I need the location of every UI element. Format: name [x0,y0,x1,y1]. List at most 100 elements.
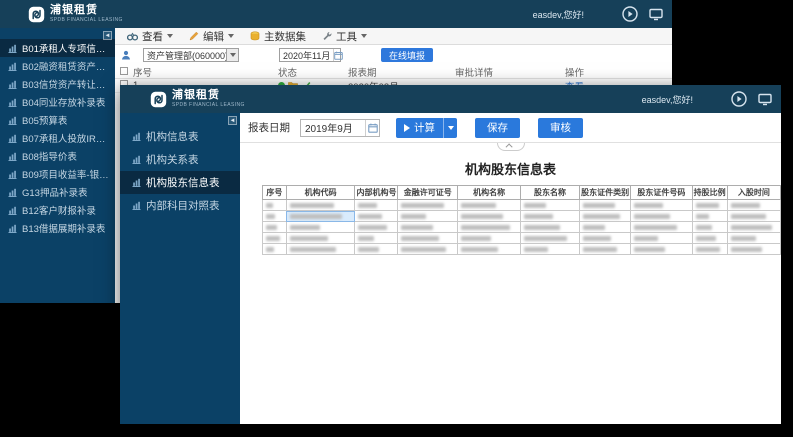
back-sidebar-item[interactable]: G13押品补录表 [0,183,115,201]
back-sidebar-item[interactable]: B13借据展期补录表 [0,219,115,237]
report-cell[interactable] [692,233,727,244]
report-cell[interactable] [355,233,398,244]
report-cell[interactable] [355,244,398,255]
front-sidebar-item[interactable]: 机构股东信息表 [120,171,240,194]
sidebar-item-label: B12客户财报补录 [22,203,96,217]
period-input[interactable]: 2020年11月 [279,48,341,62]
back-sidebar-item[interactable]: B12客户财报补录 [0,201,115,219]
front-sidebar-item[interactable]: 内部科目对照表 [120,194,240,217]
report-cell[interactable] [286,222,355,233]
back-sidebar-item[interactable]: B07承租人投放IRR维护表 [0,129,115,147]
menu-item[interactable]: 工具 [322,29,367,44]
report-cell[interactable] [458,211,521,222]
play-icon[interactable] [730,91,747,108]
audit-button[interactable]: 审核 [538,118,583,138]
report-cell[interactable] [727,200,780,211]
redacted-text [266,236,280,241]
report-cell[interactable] [580,211,631,222]
back-sidebar-item[interactable]: B03信贷资产转让补录表 [0,75,115,93]
report-cell[interactable] [727,244,780,255]
report-cell[interactable] [263,244,287,255]
back-sidebar-item[interactable]: B01承租人专项信息补录表 [0,39,115,57]
redacted-text [583,236,611,241]
back-sidebar-item[interactable]: B04同业存放补录表 [0,93,115,111]
panel-collapse-tab[interactable] [497,143,525,151]
front-sidebar-item[interactable]: 机构关系表 [120,148,240,171]
report-cell[interactable] [263,200,287,211]
report-cell[interactable] [263,211,287,222]
calendar-icon[interactable] [333,49,343,61]
report-cell[interactable] [631,233,693,244]
report-cell[interactable] [692,200,727,211]
chevron-down-icon[interactable] [226,49,238,61]
back-sidebar-item[interactable]: B05预算表 [0,111,115,129]
org-select[interactable]: 资产管理部(060000) [143,48,239,62]
sidebar-collapse-icon[interactable]: ◄ [228,116,237,125]
report-cell[interactable] [727,211,780,222]
menu-item-label: 工具 [336,29,357,44]
report-cell[interactable] [355,211,398,222]
report-date-input[interactable]: 2019年9月 [300,119,380,137]
report-cell[interactable] [355,222,398,233]
chevron-down-icon[interactable] [443,118,457,138]
report-cell[interactable] [580,200,631,211]
report-cell[interactable] [631,200,693,211]
report-cell[interactable] [458,222,521,233]
report-cell[interactable] [286,233,355,244]
report-cell[interactable] [286,200,355,211]
monitor-icon[interactable] [647,6,664,23]
sidebar-item-label: B03信贷资产转让补录表 [22,77,111,91]
front-sidebar-item[interactable]: 机构信息表 [120,125,240,148]
calendar-icon[interactable] [365,120,379,136]
report-col-header: 股东名称 [521,186,580,200]
redacted-text [696,236,716,241]
menu-item[interactable]: 查看 [127,29,173,44]
report-cell[interactable] [398,244,458,255]
report-cell[interactable] [398,200,458,211]
save-button[interactable]: 保存 [475,118,520,138]
report-cell[interactable] [263,222,287,233]
back-sidebar-item[interactable]: B09项目收益率-银票加成 [0,165,115,183]
report-cell[interactable] [631,244,693,255]
report-cell[interactable] [521,200,580,211]
back-sidebar-item[interactable]: B08指导价表 [0,147,115,165]
report-cell[interactable] [580,222,631,233]
report-cell[interactable] [521,244,580,255]
report-cell[interactable] [458,233,521,244]
report-cell[interactable] [458,200,521,211]
play-icon[interactable] [621,6,638,23]
redacted-text [266,203,273,208]
chart-icon [8,188,17,197]
report-cell[interactable] [521,211,580,222]
back-sidebar-item[interactable]: B02融资租赁资产核销补录表 [0,57,115,75]
sidebar-collapse-icon[interactable]: ◄ [103,31,112,40]
report-cell[interactable] [398,211,458,222]
menu-item[interactable]: 主数据集 [250,29,306,44]
report-cell[interactable] [521,233,580,244]
report-cell[interactable] [580,244,631,255]
report-cell[interactable] [286,211,355,222]
report-cell[interactable] [398,233,458,244]
report-cell[interactable] [692,244,727,255]
report-cell[interactable] [727,222,780,233]
report-cell[interactable] [398,222,458,233]
select-all-checkbox[interactable] [120,67,128,75]
report-cell[interactable] [631,211,693,222]
report-cell[interactable] [727,233,780,244]
online-fill-button[interactable]: 在线填报 [381,48,433,62]
report-cell[interactable] [286,244,355,255]
report-cell[interactable] [355,200,398,211]
report-cell[interactable] [692,222,727,233]
report-cell[interactable] [692,211,727,222]
menu-item[interactable]: 编辑 [189,29,234,44]
calc-button[interactable]: 计算 [396,118,457,138]
report-cell[interactable] [631,222,693,233]
report-cell[interactable] [263,233,287,244]
redacted-text [266,214,275,219]
redacted-text [731,203,760,208]
sidebar-item-label: B13借据展期补录表 [22,221,105,235]
report-cell[interactable] [458,244,521,255]
report-cell[interactable] [580,233,631,244]
report-cell[interactable] [521,222,580,233]
monitor-icon[interactable] [756,91,773,108]
